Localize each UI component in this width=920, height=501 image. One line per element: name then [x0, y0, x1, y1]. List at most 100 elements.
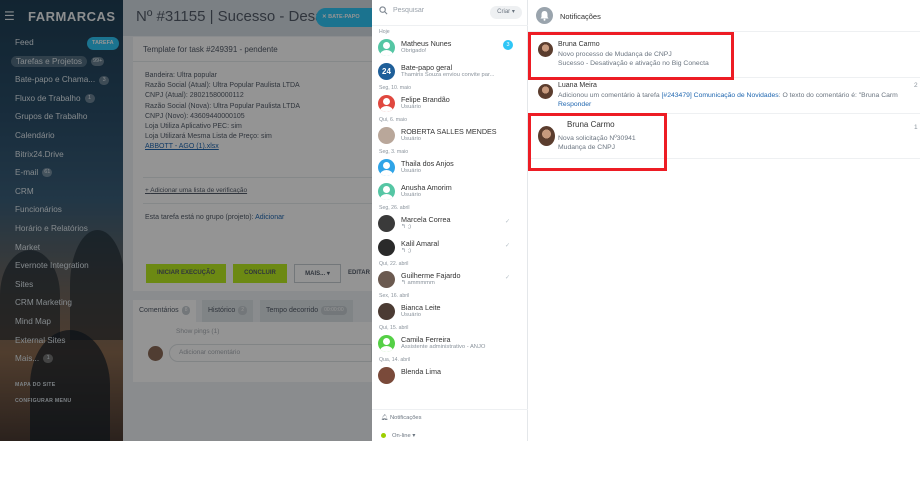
sidebar-item-label: CRM Marketing: [15, 298, 72, 308]
notifications-entry[interactable]: 🔔︎ Notificações: [381, 415, 422, 421]
chat-name: Camila Ferreira: [401, 335, 451, 344]
chat-list-item[interactable]: Blenda Lima: [372, 364, 528, 388]
notifications-title: Notificações: [560, 12, 601, 21]
chat-name: Marcela Correa: [401, 215, 451, 224]
task-link[interactable]: [#243479] Comunicação de Novidades: [662, 92, 779, 99]
task-panel: Nº #31155 | Sucesso - Desati ✕ BATE-PAPO…: [123, 0, 372, 441]
finish-button[interactable]: CONCLUIR: [233, 264, 287, 283]
status-selector[interactable]: On-line ▾: [381, 433, 415, 439]
show-pings-link[interactable]: Show pings (1): [176, 328, 219, 335]
description-line: Razão Social (Atual): Ultra Popular Paul…: [145, 82, 300, 90]
chat-list-item[interactable]: Thaila dos Anjos Usuário: [372, 156, 528, 180]
user-silhouette-icon: [383, 98, 390, 105]
sidebar-item[interactable]: Bate-papo e Chama... 3: [0, 71, 123, 90]
chat-day-label: Seg, 26. abril: [379, 205, 410, 211]
chat-search-input[interactable]: [393, 7, 473, 14]
user-silhouette-icon: [380, 106, 393, 112]
chat-list-item[interactable]: Camila Ferreira Assistente administrativo…: [372, 332, 528, 356]
description-line: CNPJ (Novo): 43609440000105: [145, 112, 245, 120]
chat-name: Anusha Amorim: [401, 183, 452, 192]
comment-input[interactable]: Adicionar comentário: [169, 344, 372, 362]
sidebar-item-label: Feed: [15, 38, 34, 47]
reply-link[interactable]: Responder: [558, 101, 591, 108]
chat-scroll-list[interactable]: Hoje Matheus Nunes Obrigado! 3 24 Bate-papo g…: [372, 28, 528, 408]
sidebar-item[interactable]: Sites: [0, 276, 123, 295]
new-task-chip[interactable]: TAREFA: [87, 37, 119, 50]
sidebar-item[interactable]: Feed TAREFA: [0, 34, 123, 53]
sidebar-item-label: Bate-papo e Chama...: [15, 75, 96, 85]
chat-list-item[interactable]: Matheus Nunes Obrigado! 3: [372, 36, 528, 60]
chat-toggle-button[interactable]: ✕ BATE-PAPO: [316, 8, 372, 27]
chat-list-item[interactable]: Kalil Amaral ↰ ;) ✓: [372, 236, 528, 260]
group-text: Esta tarefa está no grupo (projeto):: [145, 214, 254, 221]
chat-day-label: Qui, 6. maio: [379, 117, 407, 123]
tab-count: 00:00:00: [321, 305, 347, 315]
create-chat-button[interactable]: Criar ▾: [490, 6, 522, 19]
attachment-link[interactable]: ABBOTT - AGO (1).xlsx: [145, 143, 219, 150]
sidebar-item-label: Mais...: [15, 354, 40, 364]
sidebar-item[interactable]: Mind Map: [0, 313, 123, 332]
tab-time-elapsed[interactable]: Tempo decorrido 00:00:00: [260, 300, 353, 322]
chat-toggle-label: BATE-PAPO: [328, 14, 360, 20]
chat-list-item[interactable]: Bianca Leite Usuário: [372, 300, 528, 324]
sidebar-item-label: Tarefas e Projetos: [11, 55, 87, 67]
sidebar-item[interactable]: Evernote Integration: [0, 257, 123, 276]
bell-icon: [536, 7, 553, 24]
notification-item[interactable]: Luana Meira Adicionou um comentário à ta…: [528, 78, 920, 114]
sidebar-item[interactable]: Horário e Relatórios: [0, 220, 123, 239]
sidebar-item[interactable]: Tarefas e Projetos 99+: [0, 53, 123, 72]
sidebar-item[interactable]: Bitrix24.Drive: [0, 146, 123, 165]
sidebar-nav: Feed TAREFA Tarefas e Projetos 99+ Bate-papo…: [0, 34, 123, 369]
site-map-link[interactable]: MAPA DO SITE: [15, 382, 56, 388]
sidebar-item-badge: 1: [43, 354, 54, 364]
user-silhouette-icon: [383, 162, 390, 169]
sidebar-item[interactable]: E-mail 61: [0, 164, 123, 183]
avatar: [378, 271, 395, 288]
chat-list-item[interactable]: 24 Bate-papo geral Thamiris Souza enviou c…: [372, 60, 528, 84]
user-silhouette-icon: [383, 42, 390, 49]
left-sidebar: ☰ FARMARCAS Feed TAREFA Tarefas e Projetos…: [0, 0, 125, 441]
more-button[interactable]: MAIS... ▾: [294, 264, 341, 283]
sidebar-item[interactable]: Market: [0, 239, 123, 258]
sidebar-item[interactable]: Calendário: [0, 127, 123, 146]
chevron-down-icon: ▾: [511, 9, 515, 15]
task-title: Nº #31155 | Sucesso - Desati: [136, 8, 332, 25]
avatar: [378, 303, 395, 320]
chevron-down-icon: ▾: [326, 271, 330, 277]
highlight-box: [528, 113, 667, 171]
sidebar-item[interactable]: CRM Marketing: [0, 294, 123, 313]
search-icon: [379, 6, 388, 15]
chat-list-item[interactable]: Marcela Correa ↰ ;) ✓: [372, 212, 528, 236]
chat-day-label: Seg, 10. maio: [379, 85, 412, 91]
hamburger-menu-icon[interactable]: ☰: [4, 10, 15, 22]
configure-menu-link[interactable]: CONFIGURAR MENU: [15, 398, 71, 404]
notification-time: 1: [914, 124, 918, 131]
chat-list-item[interactable]: Felipe Brandão Usuário: [372, 92, 528, 116]
sidebar-item[interactable]: CRM: [0, 183, 123, 202]
sidebar-item[interactable]: External Sites: [0, 332, 123, 351]
chat-list-item[interactable]: ROBERTA SALLES MENDES Usuário: [372, 124, 528, 148]
tab-history[interactable]: Histórico 2: [202, 300, 254, 322]
sidebar-item[interactable]: Grupos de Trabalho: [0, 108, 123, 127]
tab-comments[interactable]: Comentários 8: [133, 300, 197, 322]
sidebar-item[interactable]: Funcionários: [0, 201, 123, 220]
chat-list-item[interactable]: Anusha Amorim Usuário: [372, 180, 528, 204]
chat-list-item[interactable]: Guilherme Fajardo ↰ ammmmm ✓: [372, 268, 528, 292]
avatar: [378, 159, 395, 176]
add-checklist-link[interactable]: + Adicionar uma lista de verificação: [145, 187, 247, 194]
avatar: [378, 95, 395, 112]
chat-name: Matheus Nunes: [401, 39, 452, 48]
notifications-header: Notificações: [528, 0, 920, 32]
description-line: Razão Social (Nova): Ultra Popular Pauli…: [145, 102, 301, 110]
sidebar-item-label: Calendário: [15, 130, 55, 140]
add-group-link[interactable]: Adicionar: [255, 214, 284, 221]
edit-button[interactable]: EDITAR: [344, 264, 374, 283]
notification-text-prefix: Adicionou um comentário à tarefa: [558, 92, 662, 99]
description-line: Loja Utiliza Aplicativo PEC: sim: [145, 123, 242, 131]
start-execution-button[interactable]: INICIAR EXECUÇÃO: [146, 264, 226, 283]
user-silhouette-icon: [380, 194, 393, 200]
page-background: [0, 441, 920, 501]
sidebar-item[interactable]: Fluxo de Trabalho 1: [0, 90, 123, 109]
notification-time: 2: [914, 82, 918, 89]
sidebar-item[interactable]: Mais... 1: [0, 350, 123, 369]
